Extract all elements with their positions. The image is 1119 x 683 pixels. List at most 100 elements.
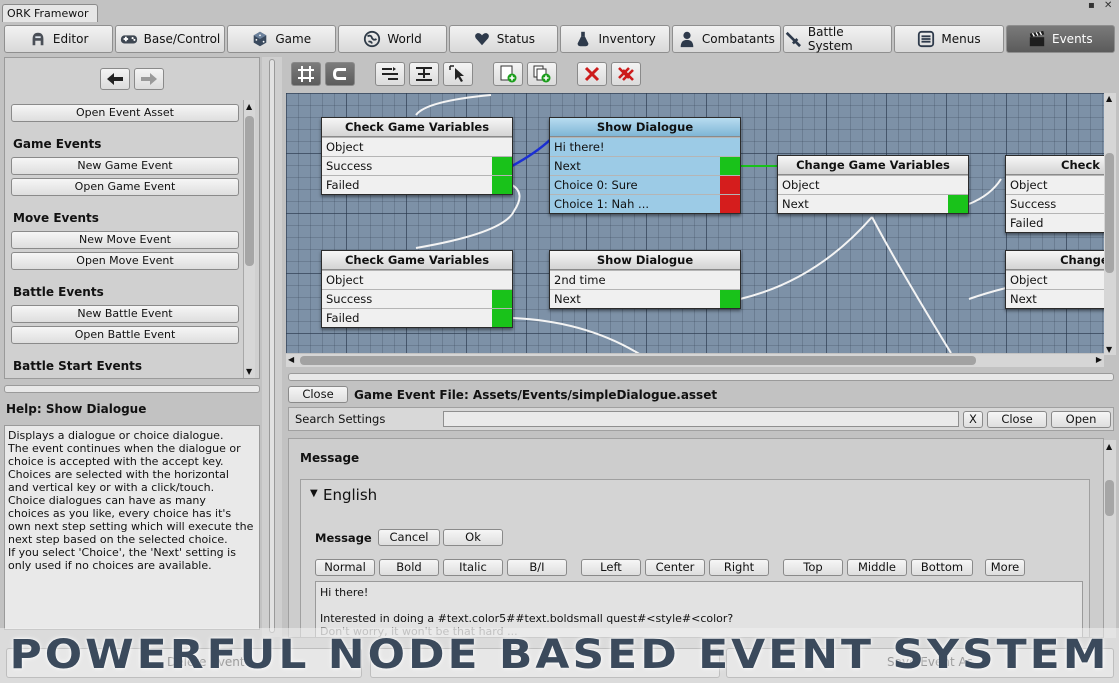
add-step-button[interactable]: [493, 62, 523, 86]
wire-selected: [511, 138, 552, 168]
valign-top-button[interactable]: Top: [783, 559, 843, 576]
format-bold-italic-button[interactable]: B/I: [507, 559, 567, 576]
sidebar-scroll-thumb[interactable]: [245, 116, 254, 266]
node-show-dialogue-1[interactable]: Show Dialogue Hi there! Next Choice 0: S…: [549, 117, 741, 214]
align-right-button[interactable]: Right: [709, 559, 769, 576]
node-change-game-2[interactable]: Change Gam Object Next: [1005, 250, 1104, 309]
tab-world[interactable]: World: [337, 25, 448, 53]
new-game-event-button[interactable]: New Game Event: [11, 157, 239, 175]
node-title[interactable]: Show Dialogue: [550, 251, 740, 270]
window-titlebar: ORK Framewor ▪ ✕: [0, 0, 1119, 22]
search-close-button[interactable]: Close: [987, 411, 1047, 428]
align-left-button[interactable]: Left: [581, 559, 641, 576]
output-port[interactable]: [492, 176, 512, 194]
scroll-up-icon[interactable]: ▲: [1106, 94, 1112, 103]
node-title[interactable]: Check Game Variables: [322, 251, 512, 270]
tab-inventory[interactable]: Inventory: [560, 25, 670, 53]
window-title-tab[interactable]: ORK Framewor: [2, 4, 98, 22]
node-check-game-variables-2[interactable]: Check Game Variables Object Success Fail…: [321, 250, 513, 328]
node-check-game-variables-1[interactable]: Check Game Variables Object Success Fail…: [321, 117, 513, 195]
format-italic-button[interactable]: Italic: [443, 559, 503, 576]
scroll-down-icon[interactable]: ▼: [1106, 345, 1112, 354]
node-title[interactable]: Change Gam: [1006, 251, 1104, 270]
cancel-button[interactable]: Cancel: [378, 529, 440, 546]
node-change-game-variables-1[interactable]: Change Game Variables Object Next: [777, 155, 969, 214]
forward-button[interactable]: [134, 68, 164, 90]
valign-bottom-button[interactable]: Bottom: [911, 559, 973, 576]
scroll-down-icon[interactable]: ▼: [246, 367, 252, 376]
tab-status[interactable]: Status: [449, 25, 559, 53]
align-nodes-button[interactable]: [409, 62, 439, 86]
open-move-event-button[interactable]: Open Move Event: [11, 252, 239, 270]
arrow-left-icon: [107, 73, 123, 85]
search-open-button[interactable]: Open: [1051, 411, 1111, 428]
node-title[interactable]: Check Game Variables: [322, 118, 512, 137]
snap-toggle-button[interactable]: [325, 62, 355, 86]
canvas-horizontal-scrollbar[interactable]: ◀ ▶: [286, 354, 1104, 367]
clear-search-button[interactable]: X: [963, 411, 983, 428]
output-port[interactable]: [492, 290, 512, 308]
node-title[interactable]: Check Game: [1006, 156, 1104, 175]
canvas-vertical-scrollbar[interactable]: ▲ ▼: [1104, 93, 1116, 355]
remove-all-button[interactable]: [611, 62, 641, 86]
arrange-nodes-button[interactable]: [375, 62, 405, 86]
scroll-up-icon[interactable]: ▲: [246, 102, 252, 111]
scroll-up-icon[interactable]: ▲: [1106, 442, 1112, 451]
format-bold-button[interactable]: Bold: [379, 559, 439, 576]
output-port[interactable]: [720, 195, 740, 213]
open-battle-event-button[interactable]: Open Battle Event: [11, 326, 239, 344]
remove-step-button[interactable]: [577, 62, 607, 86]
sidebar-scrollbar[interactable]: ▲ ▼: [243, 100, 255, 378]
node-canvas[interactable]: Check Game Variables Object Success Fail…: [286, 93, 1104, 353]
sidebar-splitter[interactable]: [4, 385, 260, 393]
output-port[interactable]: [720, 157, 740, 175]
window-maximize-icon[interactable]: ▪: [1088, 0, 1095, 11]
tab-game[interactable]: Game: [226, 25, 336, 53]
grid-toggle-button[interactable]: [291, 62, 321, 86]
canvas-hscroll-thumb[interactable]: [300, 356, 976, 365]
arrow-right-icon: [141, 73, 157, 85]
tab-menus[interactable]: Menus: [894, 25, 1004, 53]
wire: [415, 94, 492, 116]
foldout-triangle-icon[interactable]: ▼: [310, 488, 318, 499]
format-normal-button[interactable]: Normal: [315, 559, 375, 576]
output-port[interactable]: [492, 309, 512, 327]
node-title[interactable]: Change Game Variables: [778, 156, 968, 175]
output-port[interactable]: [720, 176, 740, 194]
new-move-event-button[interactable]: New Move Event: [11, 231, 239, 249]
tab-combatants[interactable]: Combatants: [671, 25, 782, 53]
copy-step-button[interactable]: [527, 62, 557, 86]
node-check-game-2[interactable]: Check Game Object Success Failed: [1005, 155, 1104, 233]
align-center-button[interactable]: Center: [645, 559, 705, 576]
output-port[interactable]: [492, 157, 512, 175]
canvas-vscroll-thumb[interactable]: [1105, 153, 1114, 273]
canvas-splitter[interactable]: [288, 373, 1114, 381]
more-button[interactable]: More: [985, 559, 1025, 576]
node-show-dialogue-2[interactable]: Show Dialogue 2nd time Next: [549, 250, 741, 309]
new-battle-event-button[interactable]: New Battle Event: [11, 305, 239, 323]
language-label[interactable]: English: [323, 486, 377, 504]
message-scroll-thumb[interactable]: [1105, 480, 1114, 516]
node-title[interactable]: Show Dialogue: [550, 118, 740, 137]
select-button[interactable]: [443, 62, 473, 86]
valign-middle-button[interactable]: Middle: [847, 559, 907, 576]
output-port[interactable]: [948, 195, 968, 213]
panel-divider[interactable]: [262, 57, 282, 637]
window-close-icon[interactable]: ✕: [1104, 0, 1112, 11]
tab-editor[interactable]: Editor: [4, 25, 114, 53]
open-game-event-button[interactable]: Open Game Event: [11, 178, 239, 196]
back-button[interactable]: [100, 68, 130, 90]
open-event-asset-button[interactable]: Open Event Asset: [11, 104, 239, 122]
search-input[interactable]: [443, 411, 959, 427]
tab-base-control[interactable]: Base/Control: [115, 25, 225, 53]
close-file-button[interactable]: Close: [288, 386, 348, 403]
tab-battle-system[interactable]: Battle System: [783, 25, 893, 53]
ok-button[interactable]: Ok: [443, 529, 503, 546]
scroll-right-icon[interactable]: ▶: [1096, 355, 1102, 364]
grid-icon: [298, 66, 314, 82]
output-port[interactable]: [720, 290, 740, 308]
scroll-left-icon[interactable]: ◀: [288, 355, 294, 364]
tab-events[interactable]: Events: [1005, 25, 1115, 53]
node-row-label: Object: [1010, 178, 1048, 192]
message-scrollbar[interactable]: ▲: [1104, 440, 1116, 638]
